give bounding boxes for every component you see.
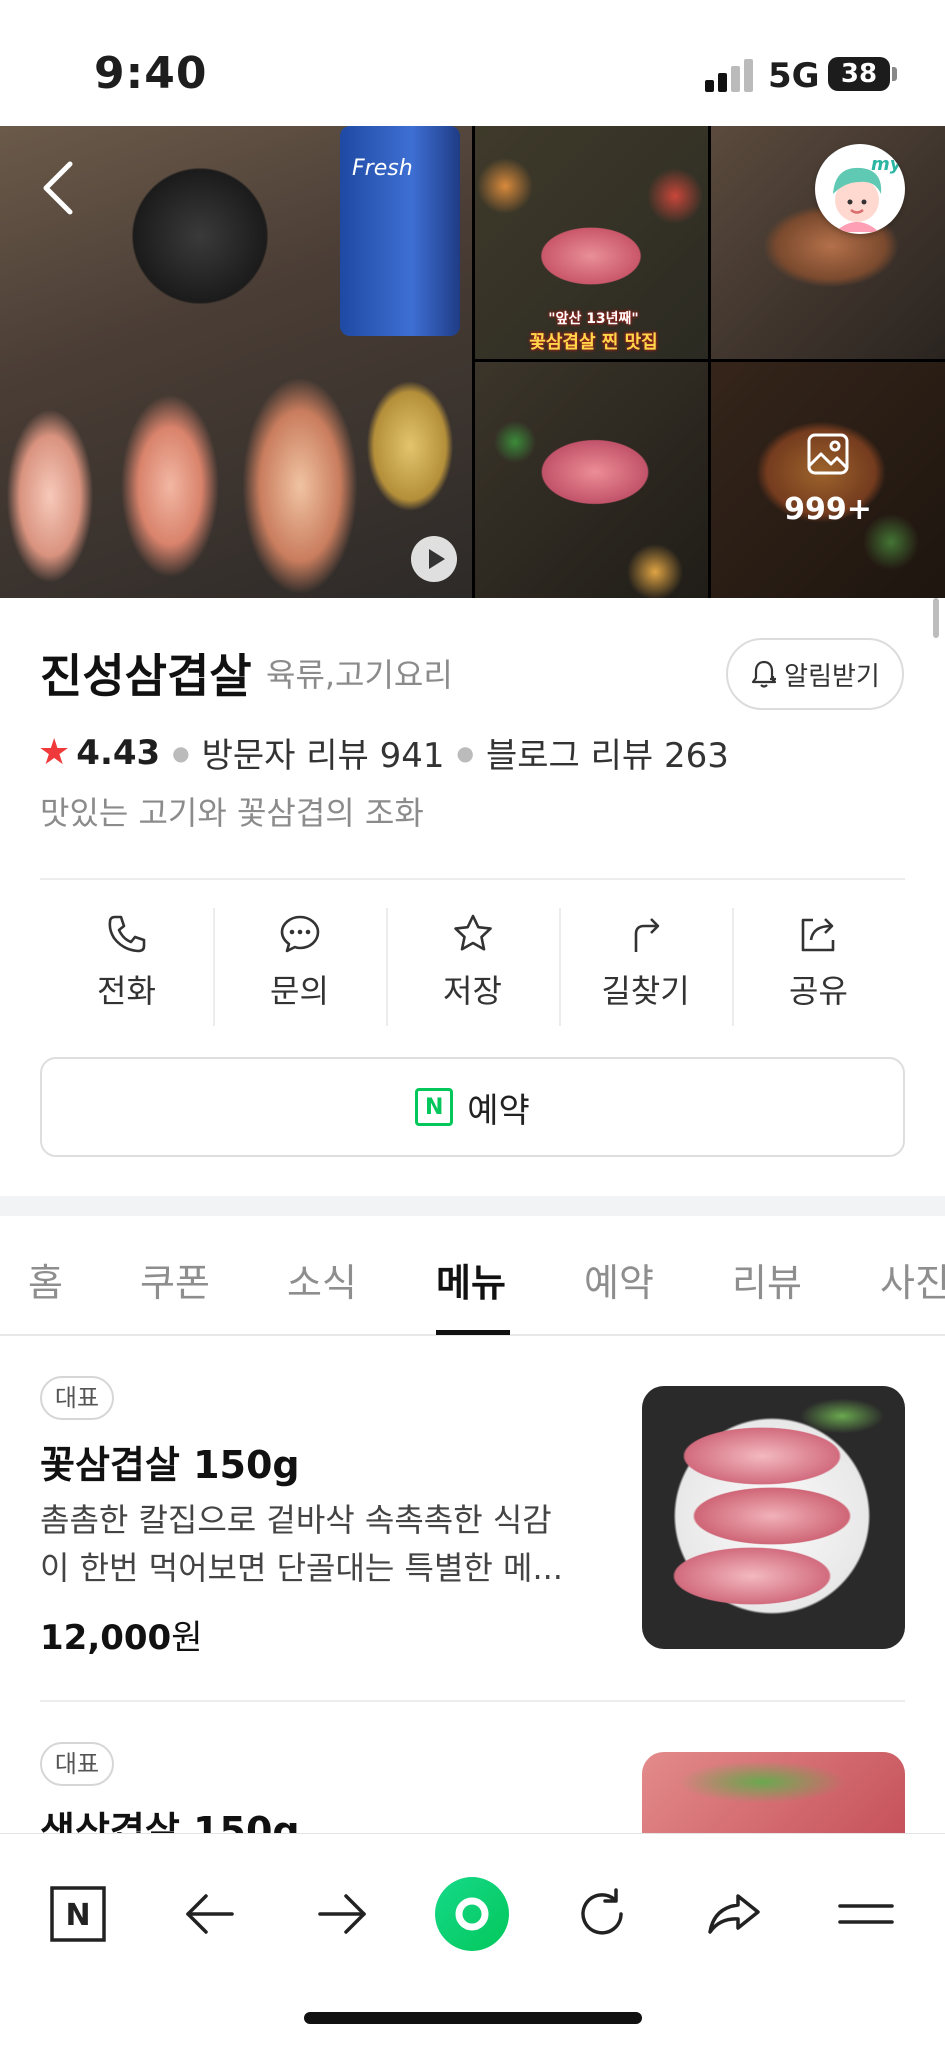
tab-bar: 홈 쿠폰 소식 메뉴 예약 리뷰 사진 [0, 1216, 945, 1336]
save-label: 저장 [443, 972, 502, 1010]
photo-thumb-3[interactable] [475, 362, 708, 598]
place-tagline: 맛있는 고기와 꽃삼겹의 조화 [40, 794, 424, 832]
section-separator [0, 1196, 945, 1216]
status-bar: 9:40 5G 38 [0, 0, 945, 126]
menu-description-line: 촘촘한 칼집으로 겉바삭 속촉촉한 식감 [40, 1501, 552, 1539]
directions-icon [634, 918, 659, 952]
photo-banner-top: "앞산 13년째" [548, 311, 639, 327]
refresh-icon [581, 1888, 623, 1935]
inquiry-button[interactable]: 문의 [213, 908, 386, 1028]
menu-description: 촘촘한 칼집으로 겉바삭 속촉촉한 식감 이 한번 먹어보면 단골대는 특별한 … [40, 1496, 600, 1592]
play-button[interactable] [411, 536, 457, 582]
share-icon [801, 918, 834, 952]
rating-score: 4.43 [76, 732, 161, 773]
separator-dot: ● [456, 740, 474, 765]
naver-home-letter: N [65, 1898, 90, 1933]
tab-reservation[interactable]: 예약 [584, 1252, 654, 1307]
reserve-label: 예약 [467, 1090, 530, 1131]
photo-thumb-1[interactable]: "앞산 13년째" 꽃삼겹살 찐 맛집 [475, 126, 708, 359]
tab-menu[interactable]: 메뉴 [436, 1252, 506, 1307]
menu-name: 꽃삼겹살 150g [40, 1443, 300, 1487]
menu-price-value: 12,000 [40, 1618, 172, 1658]
more-photos-overlay[interactable]: 999+ [711, 362, 945, 598]
tab-review[interactable]: 리뷰 [732, 1252, 802, 1307]
separator-dot: ● [172, 740, 190, 765]
rating-star-icon: ★ [38, 732, 71, 773]
my-avatar-button[interactable]: my [815, 144, 905, 234]
menu-photo[interactable] [642, 1386, 905, 1649]
battery-cap [892, 67, 897, 81]
naver-home-button[interactable]: N [38, 1874, 118, 1954]
status-time: 9:40 [94, 48, 208, 99]
visitor-reviews-link[interactable]: 방문자 리뷰 941 [202, 728, 445, 777]
notify-button[interactable]: 알림받기 [726, 638, 904, 710]
inquiry-label: 문의 [270, 972, 329, 1010]
share-button[interactable]: 공유 [732, 908, 905, 1028]
more-photos-count: 999+ [784, 492, 872, 527]
tab-coupon[interactable]: 쿠폰 [140, 1252, 210, 1307]
browser-forward-button[interactable] [302, 1874, 382, 1954]
place-name: 진성삼겹살 [40, 649, 252, 703]
menu-price-currency: 원 [171, 1618, 203, 1658]
divider [40, 1700, 905, 1702]
bell-icon [752, 660, 777, 688]
chat-icon [280, 915, 319, 953]
green-circle-icon [435, 1877, 509, 1951]
green-dot-button[interactable] [432, 1874, 512, 1954]
naver-home-icon: N [50, 1886, 106, 1942]
tab-photo[interactable]: 사진 [880, 1252, 945, 1307]
menu-description-line: 이 한번 먹어보면 단골대는 특별한 메... [40, 1549, 563, 1587]
directions-button[interactable]: 길찾기 [559, 908, 732, 1028]
save-button[interactable]: 저장 [386, 908, 559, 1028]
action-row: 전화 문의 저장 길찾기 공유 [40, 908, 905, 1028]
network-label: 5G [768, 56, 820, 96]
battery-level: 38 [840, 59, 878, 89]
menu-icon [838, 1904, 894, 1924]
avatar-icon: my [833, 154, 903, 232]
battery-icon: 38 [828, 57, 890, 91]
photo-banner-bottom: 꽃삼겹살 찐 맛집 [529, 332, 658, 353]
phone-icon [108, 915, 145, 953]
star-icon [453, 914, 492, 951]
rating-line: ★ 4.43 ● 방문자 리뷰 941 ● 블로그 리뷰 263 [38, 728, 729, 777]
browser-menu-button[interactable] [826, 1874, 906, 1954]
forward-arrow-icon [318, 1894, 366, 1934]
active-tab-indicator [436, 1330, 510, 1335]
call-label: 전화 [97, 972, 156, 1010]
menu-price: 12,000원 [40, 1610, 202, 1659]
home-indicator[interactable] [304, 2012, 642, 2024]
signal-icon [705, 58, 755, 92]
tab-home[interactable]: 홈 [28, 1252, 63, 1307]
reserve-button[interactable]: N 예약 [40, 1057, 905, 1157]
back-button[interactable] [36, 158, 84, 218]
scrollbar-thumb[interactable] [933, 598, 939, 638]
blog-reviews-link[interactable]: 블로그 리뷰 263 [486, 728, 729, 777]
chevron-left-icon [43, 161, 73, 215]
share-arrow-icon [708, 1894, 760, 1934]
call-button[interactable]: 전화 [40, 908, 213, 1028]
signature-badge: 대표 [40, 1742, 114, 1786]
image-icon [807, 433, 849, 475]
tab-news[interactable]: 소식 [287, 1252, 357, 1307]
back-arrow-icon [186, 1894, 234, 1934]
divider [40, 878, 905, 880]
photo-banner: "앞산 13년째" 꽃삼겹살 찐 맛집 [511, 306, 676, 356]
notify-label: 알림받기 [784, 661, 880, 692]
bottle-label: Fresh [352, 156, 413, 181]
browser-share-button[interactable] [694, 1874, 774, 1954]
share-label: 공유 [789, 972, 848, 1010]
browser-back-button[interactable] [170, 1874, 250, 1954]
signature-badge: 대표 [40, 1376, 114, 1420]
place-category: 육류,고기요리 [266, 656, 453, 694]
refresh-button[interactable] [562, 1874, 642, 1954]
naver-calendar-icon: N [415, 1088, 454, 1126]
directions-label: 길찾기 [601, 972, 690, 1010]
